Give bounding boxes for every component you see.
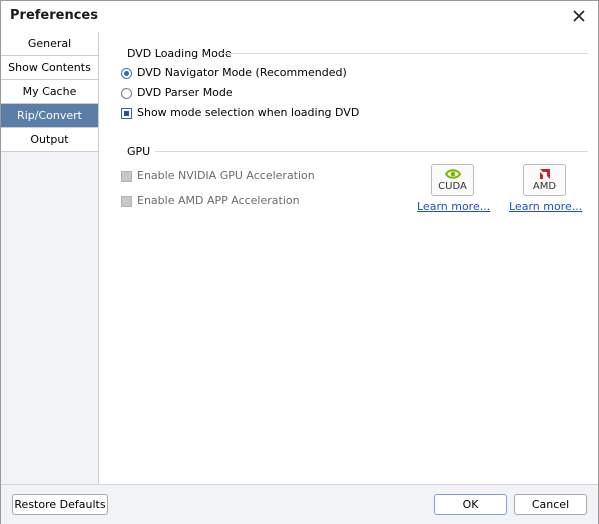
gpu-divider <box>155 151 588 152</box>
sidebar-item-my-cache[interactable]: My Cache <box>1 80 98 104</box>
dvd-parser-radio[interactable] <box>121 87 132 99</box>
dvd-navigator-radio[interactable] <box>121 67 132 79</box>
dvd-navigator-label: DVD Navigator Mode (Recommended) <box>137 66 347 79</box>
window-title: Preferences <box>10 8 98 23</box>
dvd-loading-divider <box>221 53 588 54</box>
dvd-navigator-option[interactable]: DVD Navigator Mode (Recommended) <box>121 65 347 81</box>
sidebar: General Show Contents My Cache Rip/Conve… <box>1 32 99 484</box>
cuda-learn-more-link[interactable]: Learn more... <box>417 200 490 213</box>
sidebar-item-general[interactable]: General <box>1 32 98 56</box>
dvd-loading-mode-title: DVD Loading Mode <box>127 47 232 60</box>
title-bar: Preferences <box>1 1 598 32</box>
ok-button[interactable]: OK <box>434 494 507 515</box>
show-mode-label: Show mode selection when loading DVD <box>137 106 360 119</box>
sidebar-item-rip-convert[interactable]: Rip/Convert <box>1 104 98 128</box>
nvidia-checkbox[interactable] <box>121 170 132 182</box>
show-mode-checkbox[interactable] <box>121 107 132 119</box>
amd-checkbox[interactable] <box>121 195 132 207</box>
amd-label: Enable AMD APP Acceleration <box>137 194 300 207</box>
sidebar-item-show-contents[interactable]: Show Contents <box>1 56 98 80</box>
nvidia-label: Enable NVIDIA GPU Acceleration <box>137 169 315 182</box>
show-mode-option[interactable]: Show mode selection when loading DVD <box>121 105 359 121</box>
close-button[interactable] <box>568 5 590 27</box>
cuda-logo[interactable]: CUDA <box>431 164 474 196</box>
footer-bar: Restore Defaults OK Cancel <box>1 484 598 524</box>
restore-defaults-button[interactable]: Restore Defaults <box>12 494 108 515</box>
amd-learn-more-link[interactable]: Learn more... <box>509 200 582 213</box>
nvidia-option: Enable NVIDIA GPU Acceleration <box>121 168 315 184</box>
amd-logo[interactable]: AMD <box>523 164 566 196</box>
cuda-logo-text: CUDA <box>438 181 467 192</box>
sidebar-item-output[interactable]: Output <box>1 128 98 152</box>
cancel-button[interactable]: Cancel <box>514 494 587 515</box>
preferences-window: Preferences General Show Contents My Cac… <box>0 0 599 524</box>
amd-arrow-icon <box>539 169 550 179</box>
amd-logo-text: AMD <box>532 181 557 192</box>
settings-panel: DVD Loading Mode DVD Navigator Mode (Rec… <box>99 32 598 484</box>
nvidia-eye-icon <box>444 169 461 179</box>
dvd-parser-option[interactable]: DVD Parser Mode <box>121 85 233 101</box>
amd-option: Enable AMD APP Acceleration <box>121 193 300 209</box>
dvd-parser-label: DVD Parser Mode <box>137 86 233 99</box>
close-icon <box>573 10 585 22</box>
gpu-title: GPU <box>127 145 151 158</box>
